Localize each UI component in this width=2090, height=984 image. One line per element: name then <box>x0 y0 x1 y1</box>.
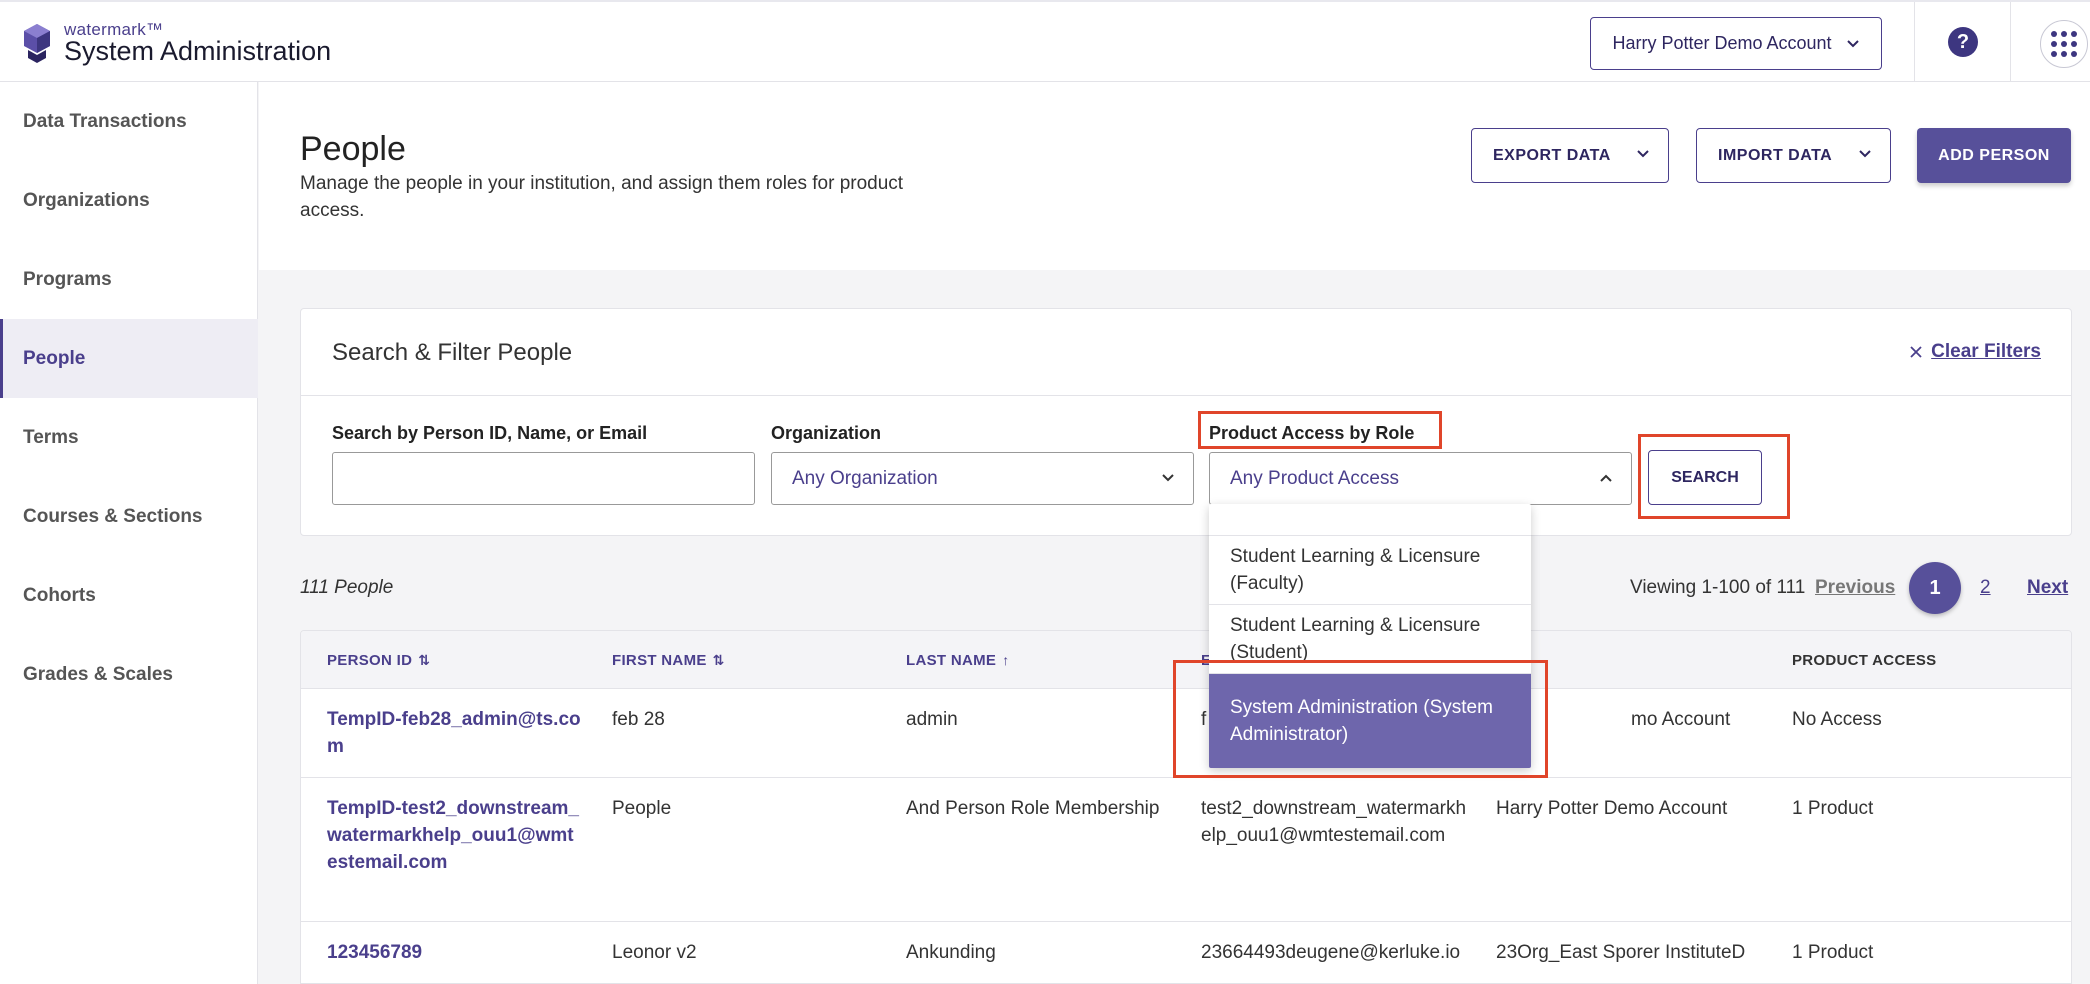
header-divider <box>1914 2 1915 84</box>
table-row: TempID-test2_downstream_watermarkhelp_ou… <box>301 778 2071 922</box>
sidebar-item-terms[interactable]: Terms <box>0 398 258 477</box>
export-data-label: EXPORT DATA <box>1493 146 1611 164</box>
add-person-button[interactable]: ADD PERSON <box>1917 128 2071 183</box>
import-data-label: IMPORT DATA <box>1718 146 1833 164</box>
sidebar-item-grades-scales[interactable]: Grades & Scales <box>0 635 258 714</box>
dropdown-option[interactable]: Student Learning & Licensure (Student) <box>1209 605 1531 674</box>
column-product-access: PRODUCT ACCESS <box>1792 652 1937 669</box>
pagination-current-page[interactable]: 1 <box>1909 562 1961 614</box>
sidebar-item-programs[interactable]: Programs <box>0 240 258 319</box>
sidebar-item-data-transactions[interactable]: Data Transactions <box>0 82 258 161</box>
page-description: Manage the people in your institution, a… <box>300 173 904 221</box>
page-title: People <box>300 130 406 168</box>
pagination-next[interactable]: Next <box>2027 577 2068 599</box>
column-last-name-label: LAST NAME <box>906 652 997 669</box>
dropdown-option[interactable]: Student Learning & Licensure (Faculty) <box>1209 536 1531 605</box>
column-first-name-label: FIRST NAME <box>612 652 707 669</box>
person-id-link[interactable]: 123456789 <box>327 939 422 966</box>
page-header: People Manage the people in your institu… <box>259 82 2090 270</box>
product-access-select-value: Any Product Access <box>1230 467 1399 489</box>
app-switcher-icon[interactable] <box>2040 20 2088 68</box>
chevron-down-icon <box>1846 39 1859 47</box>
sidebar-item-people[interactable]: People <box>0 319 258 398</box>
import-data-button[interactable]: IMPORT DATA <box>1696 128 1891 183</box>
sidebar-item-cohorts[interactable]: Cohorts <box>0 556 258 635</box>
organization-cell: Harry Potter Demo Account <box>1496 798 1728 819</box>
email-cell: 23664493deugene@kerluke.io <box>1201 942 1461 963</box>
sort-icon: ⇅ <box>418 652 431 668</box>
header-divider <box>2010 2 2011 84</box>
table-row: TempID-feb28_admin@ts.com feb 28 admin f… <box>301 689 2071 778</box>
search-filter-panel: Search & Filter People Clear Filters Sea… <box>300 308 2072 536</box>
person-id-link[interactable]: TempID-test2_downstream_watermarkhelp_ou… <box>327 795 582 876</box>
table-header: PERSON ID ⇅ FIRST NAME ⇅ LAST NAME ↑ E PROD… <box>301 631 2071 689</box>
product-access-dropdown: ( ) Student Learning & Licensure (Facult… <box>1209 504 1531 768</box>
results-count: 111 People <box>300 577 394 598</box>
filter-panel-title: Search & Filter People <box>332 339 573 366</box>
search-field-label: Search by Person ID, Name, or Email <box>332 423 648 443</box>
pagination-page-2[interactable]: 2 <box>1980 577 1991 599</box>
column-last-name[interactable]: LAST NAME ↑ <box>906 652 1010 669</box>
chevron-up-icon <box>1600 474 1612 482</box>
last-name-cell: And Person Role Membership <box>906 798 1160 819</box>
clear-filters-link[interactable]: Clear Filters <box>1909 341 2041 363</box>
email-cell: f <box>1201 709 1207 730</box>
product-access-cell: 1 Product <box>1792 798 1874 819</box>
organization-cell: 23Org_East Sporer InstituteD <box>1496 942 1746 963</box>
organization-select[interactable]: Any Organization <box>771 452 1194 505</box>
account-selector[interactable]: Harry Potter Demo Account <box>1590 17 1882 70</box>
organization-label: Organization <box>771 423 882 443</box>
chevron-down-icon <box>1162 474 1174 482</box>
close-icon <box>1910 346 1922 358</box>
dropdown-option-partial[interactable]: ( ) <box>1209 504 1531 536</box>
email-cell: test2_downstream_watermarkhelp_ouu1@wmte… <box>1201 798 1467 846</box>
person-id-link[interactable]: TempID-feb28_admin@ts.com <box>327 706 587 760</box>
help-icon[interactable]: ? <box>1948 27 1978 57</box>
product-access-select[interactable]: Any Product Access <box>1209 452 1632 505</box>
chevron-down-icon <box>1637 150 1649 158</box>
export-data-button[interactable]: EXPORT DATA <box>1471 128 1669 183</box>
product-access-cell: No Access <box>1792 709 1882 730</box>
first-name-cell: feb 28 <box>612 709 665 730</box>
column-first-name[interactable]: FIRST NAME ⇅ <box>612 652 725 669</box>
sidebar-nav: Data Transactions Organizations Programs… <box>0 82 258 984</box>
people-table: PERSON ID ⇅ FIRST NAME ⇅ LAST NAME ↑ E PROD… <box>300 630 2072 984</box>
app-title: System Administration <box>64 36 332 66</box>
product-access-cell: 1 Product <box>1792 942 1874 963</box>
dropdown-option-selected[interactable]: System Administration (System Administra… <box>1209 674 1531 768</box>
clear-filters-label: Clear Filters <box>1931 341 2041 362</box>
watermark-logo-icon <box>24 24 50 63</box>
organization-select-value: Any Organization <box>792 467 938 489</box>
results-range: Viewing 1-100 of 111 <box>1630 577 1806 598</box>
chevron-down-icon <box>1859 150 1871 158</box>
account-selector-label: Harry Potter Demo Account <box>1612 33 1832 53</box>
column-person-id[interactable]: PERSON ID ⇅ <box>327 652 430 669</box>
product-access-label: Product Access by Role <box>1209 423 1415 443</box>
sort-ascending-icon: ↑ <box>1002 652 1010 668</box>
pagination-previous[interactable]: Previous <box>1815 577 1895 599</box>
sort-icon: ⇅ <box>712 652 725 668</box>
organization-cell: mo Account <box>1631 709 1731 730</box>
search-input[interactable] <box>332 452 755 505</box>
sidebar-item-organizations[interactable]: Organizations <box>0 161 258 240</box>
first-name-cell: Leonor v2 <box>612 942 697 963</box>
first-name-cell: People <box>612 798 672 819</box>
table-row: 123456789 Leonor v2 Ankunding 23664493de… <box>301 922 2071 983</box>
sidebar-item-courses-sections[interactable]: Courses & Sections <box>0 477 258 556</box>
last-name-cell: Ankunding <box>906 942 996 963</box>
search-button[interactable]: SEARCH <box>1648 450 1762 505</box>
filter-divider <box>301 395 2071 396</box>
column-person-id-label: PERSON ID <box>327 652 413 669</box>
last-name-cell: admin <box>906 709 958 730</box>
top-bar: watermark™ System Administration Harry P… <box>0 0 2090 84</box>
